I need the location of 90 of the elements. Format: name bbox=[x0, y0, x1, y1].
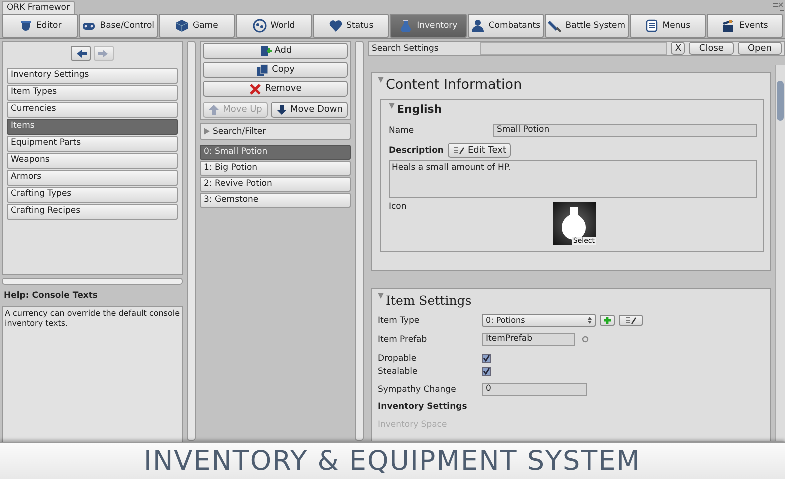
list-item[interactable]: 3: Gemstone bbox=[200, 193, 351, 208]
field-label: Dropable bbox=[378, 354, 418, 364]
horizontal-scrollbar[interactable] bbox=[2, 278, 183, 286]
copy-icon bbox=[256, 64, 270, 76]
field-label: Stealable bbox=[378, 366, 419, 376]
toolbar-tab[interactable]: Battle System bbox=[544, 14, 628, 38]
triangle-icon bbox=[204, 128, 210, 135]
banner-title: INVENTORY & EQUIPMENT SYSTEM bbox=[144, 446, 641, 476]
move-down-button[interactable]: Move Down bbox=[270, 102, 348, 118]
tab-icon bbox=[328, 19, 343, 33]
scrollbar[interactable] bbox=[355, 41, 364, 441]
back-button[interactable] bbox=[71, 46, 91, 61]
edit-text-button[interactable]: Edit Text bbox=[448, 143, 512, 158]
toolbar-tab[interactable]: World bbox=[236, 14, 312, 38]
sidebar-item[interactable]: Items bbox=[7, 119, 178, 135]
edit-type-button[interactable] bbox=[619, 315, 643, 326]
arrow-icon bbox=[276, 104, 288, 116]
search-label: Search Settings bbox=[372, 44, 440, 54]
sidebar-item[interactable]: Crafting Recipes bbox=[7, 204, 178, 220]
add-icon bbox=[258, 44, 272, 58]
checkbox[interactable] bbox=[482, 367, 491, 376]
dropdown[interactable]: 0: Potions bbox=[482, 314, 596, 327]
help-title: Help: Console Texts bbox=[4, 291, 99, 302]
add-type-button[interactable] bbox=[600, 315, 615, 326]
toolbar-tab[interactable]: Game bbox=[158, 14, 235, 38]
sidebar-item[interactable]: Inventory Settings bbox=[7, 68, 178, 84]
toolbar-tab[interactable]: Events bbox=[706, 14, 783, 38]
copy-button[interactable]: Copy bbox=[203, 62, 348, 78]
filter-foldout[interactable]: Search/Filter bbox=[200, 123, 351, 140]
search-field[interactable] bbox=[480, 42, 668, 55]
number-field[interactable]: 0 bbox=[482, 383, 587, 396]
toolbar-button[interactable]: Open bbox=[738, 42, 782, 55]
sidebar-item[interactable]: Currencies bbox=[7, 102, 178, 118]
triangle-icon bbox=[389, 103, 395, 109]
field-label: Item Prefab bbox=[378, 334, 428, 344]
tab-icon bbox=[644, 19, 659, 33]
arrow-icon bbox=[208, 104, 220, 116]
field-label: Sympathy Change bbox=[378, 384, 458, 394]
prefab-field[interactable]: ItemPrefab bbox=[482, 333, 575, 346]
sidebar-item[interactable]: Crafting Types bbox=[7, 187, 178, 203]
toolbar-button[interactable]: Close bbox=[689, 42, 734, 55]
plus-icon bbox=[603, 316, 612, 325]
sidebar-item[interactable]: Armors bbox=[7, 170, 178, 186]
tab-icon bbox=[399, 19, 414, 33]
scrollbar-thumb[interactable] bbox=[777, 81, 784, 121]
edit-icon bbox=[625, 316, 637, 325]
field-label: Name bbox=[389, 126, 416, 136]
subsection-title[interactable]: English bbox=[397, 103, 442, 116]
toolbar-tab[interactable]: Menus bbox=[630, 14, 706, 38]
list-item[interactable]: 0: Small Potion bbox=[200, 145, 351, 160]
tab-icon bbox=[175, 19, 190, 33]
scrollbar[interactable] bbox=[187, 41, 196, 441]
toolbar-tab[interactable]: Inventory bbox=[390, 14, 467, 38]
window-tab[interactable]: ORK Framewor bbox=[2, 1, 76, 14]
help-text: A currency can override the default console inventory texts. bbox=[2, 306, 183, 443]
sidebar-item[interactable]: Weapons bbox=[7, 153, 178, 169]
tab-icon bbox=[252, 19, 267, 33]
list-item[interactable]: 1: Big Potion bbox=[200, 161, 351, 176]
edit-icon bbox=[452, 146, 465, 155]
section-title[interactable]: Item Settings bbox=[386, 293, 472, 308]
field-label: Item Type bbox=[378, 316, 421, 326]
add-button[interactable]: Add bbox=[203, 43, 348, 59]
section-title[interactable]: Content Information bbox=[386, 77, 522, 93]
object-picker-icon bbox=[581, 335, 590, 344]
filter-label: Search/Filter bbox=[213, 126, 266, 136]
vertical-scrollbar[interactable] bbox=[775, 65, 785, 441]
clear-button[interactable]: X bbox=[671, 42, 686, 55]
triangle-icon bbox=[378, 77, 384, 83]
name-field[interactable]: Small Potion bbox=[493, 124, 757, 137]
tab-icon bbox=[470, 19, 485, 33]
remove-button[interactable]: Remove bbox=[203, 81, 348, 97]
tab-icon bbox=[721, 19, 736, 33]
toolbar-tab[interactable]: Base/Control bbox=[79, 14, 158, 38]
sidebar-item[interactable]: Item Types bbox=[7, 85, 178, 101]
tab-icon bbox=[18, 19, 33, 33]
settings-subheading: Inventory Settings bbox=[378, 402, 468, 412]
triangle-icon bbox=[378, 293, 384, 299]
description-field[interactable]: Heals a small amount of HP. bbox=[389, 160, 757, 198]
field-label: Icon bbox=[389, 202, 408, 214]
window-menu-icon bbox=[771, 2, 785, 14]
toolbar-tab[interactable]: Status bbox=[313, 14, 390, 38]
toolbar-tab[interactable]: Combatants bbox=[468, 14, 544, 38]
updown-icon bbox=[588, 317, 592, 324]
toolbar-tab[interactable]: Editor bbox=[2, 14, 78, 38]
sidebar-item[interactable]: Equipment Parts bbox=[7, 136, 178, 152]
field-label: Description bbox=[389, 146, 444, 156]
checkbox[interactable] bbox=[482, 354, 491, 363]
list-item[interactable]: 2: Revive Potion bbox=[200, 177, 351, 192]
remove-icon bbox=[249, 82, 262, 96]
tab-icon bbox=[548, 19, 562, 33]
